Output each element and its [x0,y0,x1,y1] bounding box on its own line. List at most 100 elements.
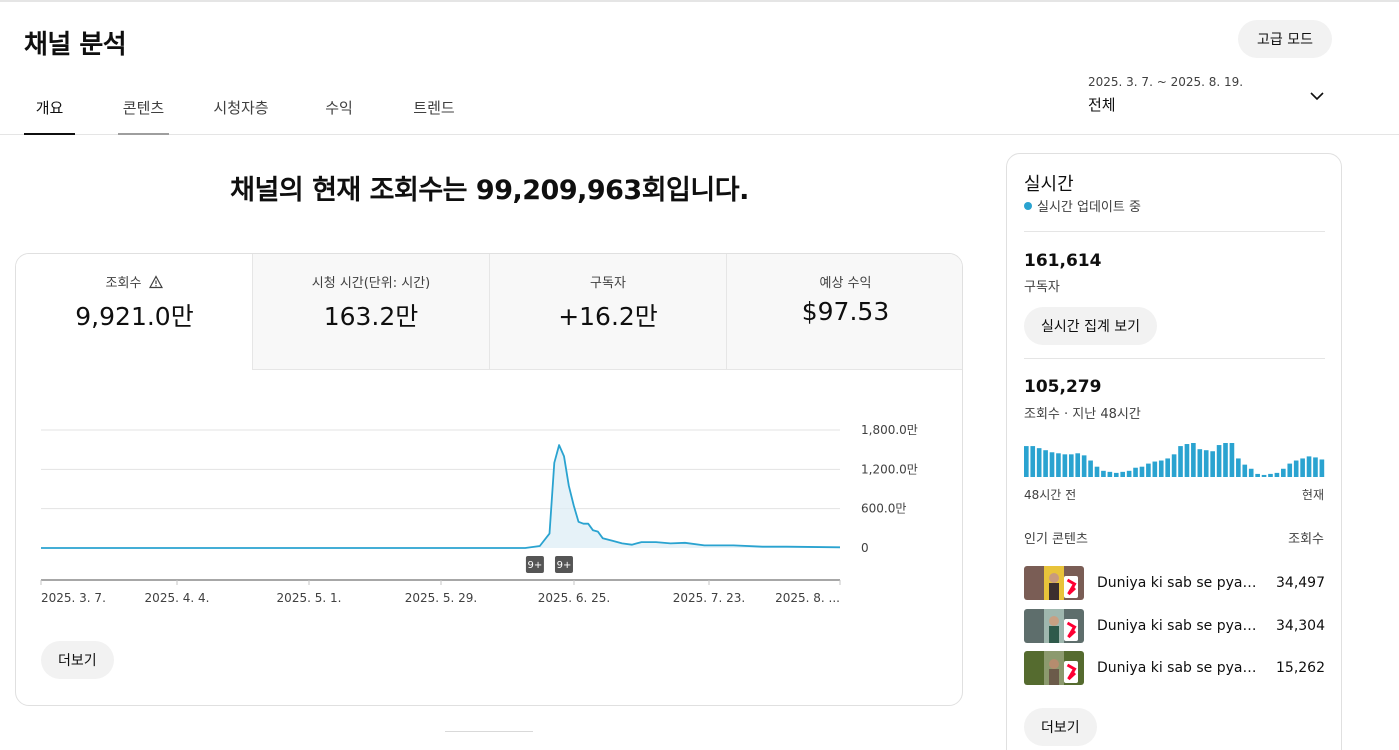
metrics-card: 조회수 9,921.0만 시청 시간(단위: 시간) 163.2만 구독자 +1… [15,253,963,706]
x-tick-label: 2025. 5. 29. [405,591,478,605]
chart-more-button[interactable]: 더보기 [41,641,114,679]
video-title[interactable]: Duniya ki sab se pyari a... [1097,575,1257,591]
tab-overview[interactable]: 개요 [24,97,75,135]
hourly-bar [1306,456,1312,477]
live-dot-icon [1024,202,1032,210]
y-tick-label: 1,200.0만 [861,462,918,476]
hourly-bar [1184,444,1190,477]
subscriber-count: 161,614 [1024,251,1102,271]
metric-tab-revenue[interactable]: 예상 수익 $97.53 [726,254,962,370]
metric-value: 163.2만 [323,302,419,331]
hourly-bar [1120,471,1126,477]
tab-audience[interactable]: 시청자층 [210,97,272,135]
x-tick-label: 2025. 7. 23. [673,591,746,605]
date-range: 2025. 3. 7. ~ 2025. 8. 19. [1088,75,1244,89]
hourly-bar [1146,463,1151,477]
metric-tab-watch-time[interactable]: 시청 시간(단위: 시간) 163.2만 [252,254,489,370]
views-48h-label: 조회수 · 지난 48시간 [1024,407,1141,422]
subscriber-label: 구독자 [1024,280,1060,295]
video-title[interactable]: Duniya ki sab se pyari a... [1097,660,1257,676]
live-count-button[interactable]: 실시간 집계 보기 [1024,307,1158,345]
hourly-bar [1107,471,1113,477]
metric-label: 예상 수익 [819,276,872,291]
realtime-card: 실시간 실시간 업데이트 중 161,614 구독자 실시간 집계 보기 105… [1006,153,1342,750]
hourly-bar [1081,455,1087,477]
series-line [41,444,841,549]
hourly-bar [1043,450,1048,477]
hourly-bar [1088,460,1093,477]
hourly-bar [1313,457,1318,477]
hourly-bar [1101,470,1106,477]
realtime-status-text: 실시간 업데이트 중 [1037,200,1141,215]
y-tick-label: 0 [861,541,869,555]
metric-value: +16.2만 [558,302,658,331]
hourly-bar [1158,460,1164,477]
divider [1024,231,1325,232]
hourly-bar [1171,454,1177,477]
hourly-bar [1075,453,1081,477]
hourly-bar [1133,467,1138,477]
video-thumbnail [1024,566,1084,600]
top-content-item[interactable]: Duniya ki sab se pyari a... 34,304 [1024,609,1325,645]
tab-trends[interactable]: 트렌드 [410,97,458,135]
hourly-bar [1094,466,1100,477]
advanced-mode-button[interactable]: 고급 모드 [1238,20,1332,58]
hourly-bar [1293,460,1299,477]
hourly-bar [1178,446,1183,477]
divider [1024,358,1325,359]
divider [445,731,533,732]
top-border [0,0,1399,2]
hourly-bar [1248,468,1254,477]
hourly-bar [1197,449,1203,477]
video-views: 15,262 [1276,660,1325,676]
views-chart: 1,800.0만 1,200.0만 600.0만 0 2025. 3. 7. 2025. … [40,423,918,605]
page-title: 채널 분석 [24,30,127,60]
hourly-bar [1255,473,1260,477]
hourly-bar [1268,473,1273,477]
date-period-selector[interactable]: 전체 [1088,94,1116,115]
hourly-bar [1139,466,1145,477]
y-tick-label: 1,800.0만 [861,423,918,437]
metric-tab-subscribers[interactable]: 구독자 +16.2만 [489,254,726,370]
top-content-item[interactable]: Duniya ki sab se pyari a... 34,497 [1024,566,1325,602]
hourly-bar [1049,452,1055,477]
video-title[interactable]: Duniya ki sab se pyari a... [1097,618,1257,634]
hourly-bar [1319,459,1325,477]
metric-value: 9,921.0만 [75,302,194,331]
realtime-more-button[interactable]: 더보기 [1024,708,1097,746]
warning-triangle-icon[interactable] [149,275,164,289]
hourly-bar [1203,450,1209,477]
views-48h-count: 105,279 [1024,377,1102,397]
hourly-bar [1068,454,1074,477]
x-tick-label: 2025. 3. 7. [41,591,106,605]
video-thumbnail [1024,651,1084,685]
series-area [41,445,840,548]
hourly-bar [1036,448,1042,477]
realtime-title: 실시간 [1024,174,1074,195]
top-content-item[interactable]: Duniya ki sab se pyari a... 15,262 [1024,651,1325,687]
metric-tab-views[interactable]: 조회수 9,921.0만 [16,254,253,370]
video-views: 34,304 [1276,618,1325,634]
hourly-bar [1152,461,1158,477]
hourly-views-bars [1024,443,1325,477]
metric-label: 조회수 [105,276,142,291]
hourly-bar [1216,445,1222,477]
x-tick-label: 2025. 5. 1. [277,591,342,605]
hourly-bar [1229,443,1235,477]
top-content-header: 인기 콘텐츠 [1024,532,1088,547]
hourly-bar [1223,443,1228,477]
hourly-bar [1062,454,1068,477]
headline: 채널의 현재 조회수는 99,209,963회입니다. [230,175,749,206]
chevron-down-icon[interactable] [1308,87,1326,105]
x-tick-label: 2025. 4. 4. [145,591,210,605]
tab-revenue[interactable]: 수익 [320,97,358,135]
realtime-status: 실시간 업데이트 중 [1024,196,1141,215]
hourly-bar [1165,458,1170,477]
hourly-bar [1242,464,1248,477]
hourly-bar [1126,470,1132,477]
y-tick-label: 600.0만 [861,502,906,516]
tab-content[interactable]: 콘텐츠 [118,97,169,135]
metric-value: $97.53 [801,297,890,326]
hourly-bar [1210,451,1215,477]
hourly-bar [1236,458,1241,477]
